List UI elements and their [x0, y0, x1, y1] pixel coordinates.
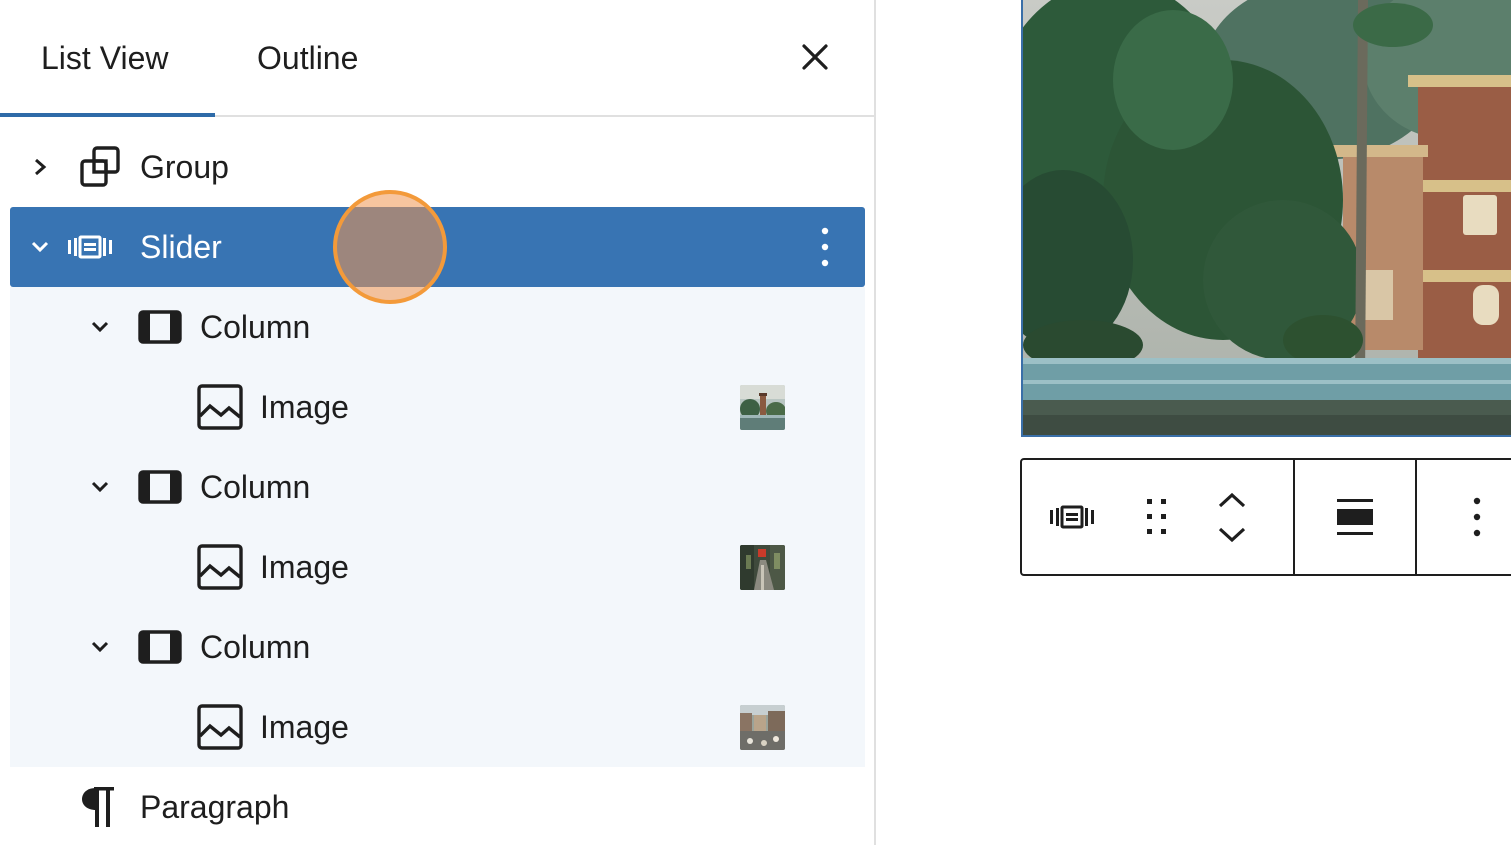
list-item-slider[interactable]: Slider: [10, 207, 865, 287]
group-icon: [78, 127, 122, 207]
image-icon: [197, 527, 243, 607]
collapse-toggle[interactable]: [80, 447, 120, 527]
list-item-group[interactable]: Group: [10, 127, 865, 207]
panel-tabs: List View Outline: [0, 0, 874, 117]
block-toolbar: [1020, 458, 1511, 576]
more-vertical-icon: [821, 227, 829, 267]
chevron-down-icon: [1218, 527, 1246, 542]
slider-preview-image[interactable]: [1021, 0, 1511, 437]
align-button[interactable]: [1317, 460, 1392, 574]
align-wide-icon: [1336, 499, 1373, 535]
list-item-label: Column: [200, 308, 311, 345]
more-options-button[interactable]: [1447, 460, 1507, 574]
list-item-label: Image: [260, 548, 349, 585]
more-options-button[interactable]: [810, 222, 840, 272]
toolbar-separator: [1293, 460, 1295, 574]
close-icon: [802, 44, 828, 70]
list-item-label: Column: [200, 468, 311, 505]
collapse-toggle[interactable]: [80, 607, 120, 687]
image-icon: [197, 367, 243, 447]
tab-list-view-label: List View: [41, 40, 169, 76]
chevron-right-icon: [35, 158, 47, 176]
column-icon: [138, 607, 182, 687]
slider-icon: [68, 207, 112, 287]
column-icon: [138, 447, 182, 527]
drag-handle-button[interactable]: [1132, 460, 1182, 574]
list-item-label: Group: [140, 148, 229, 185]
list-item-label: Slider: [140, 228, 222, 265]
slider-icon: [1050, 505, 1094, 529]
expand-toggle[interactable]: [20, 127, 60, 207]
block-type-button[interactable]: [1037, 460, 1107, 574]
toolbar-separator: [1415, 460, 1417, 574]
chevron-down-icon: [91, 481, 109, 493]
chevron-down-icon: [31, 241, 49, 253]
image-icon: [197, 687, 243, 767]
list-item-column[interactable]: Column: [10, 447, 865, 527]
collapse-toggle[interactable]: [20, 207, 60, 287]
list-item-label: Column: [200, 628, 311, 665]
image-thumbnail: [740, 545, 785, 590]
image-thumbnail: [740, 705, 785, 750]
collapse-toggle[interactable]: [80, 287, 120, 367]
list-item-image[interactable]: Image: [10, 527, 865, 607]
image-thumbnail: [740, 385, 785, 430]
close-button[interactable]: [790, 32, 840, 82]
list-item-image[interactable]: Image: [10, 367, 865, 447]
move-down-button[interactable]: [1207, 517, 1257, 574]
list-item-label: Image: [260, 708, 349, 745]
list-item-column[interactable]: Column: [10, 607, 865, 687]
tab-list-view[interactable]: List View: [0, 0, 215, 117]
tab-outline-label: Outline: [257, 40, 359, 76]
active-tab-indicator: [0, 113, 215, 117]
chevron-up-icon: [1218, 492, 1246, 507]
paragraph-icon: [78, 767, 118, 845]
list-view-panel: List View Outline Group Slider Column Im…: [0, 0, 876, 845]
list-item-paragraph[interactable]: Paragraph: [10, 767, 865, 845]
tab-outline[interactable]: Outline: [215, 0, 415, 117]
list-item-image[interactable]: Image: [10, 687, 865, 767]
drag-handle-icon: [1147, 499, 1166, 534]
list-item-label: Image: [260, 388, 349, 425]
more-vertical-icon: [1473, 497, 1481, 537]
list-item-label: Paragraph: [140, 788, 290, 825]
column-icon: [138, 287, 182, 367]
list-item-column[interactable]: Column: [10, 287, 865, 367]
move-up-button[interactable]: [1207, 460, 1257, 517]
chevron-down-icon: [91, 321, 109, 333]
chevron-down-icon: [91, 641, 109, 653]
